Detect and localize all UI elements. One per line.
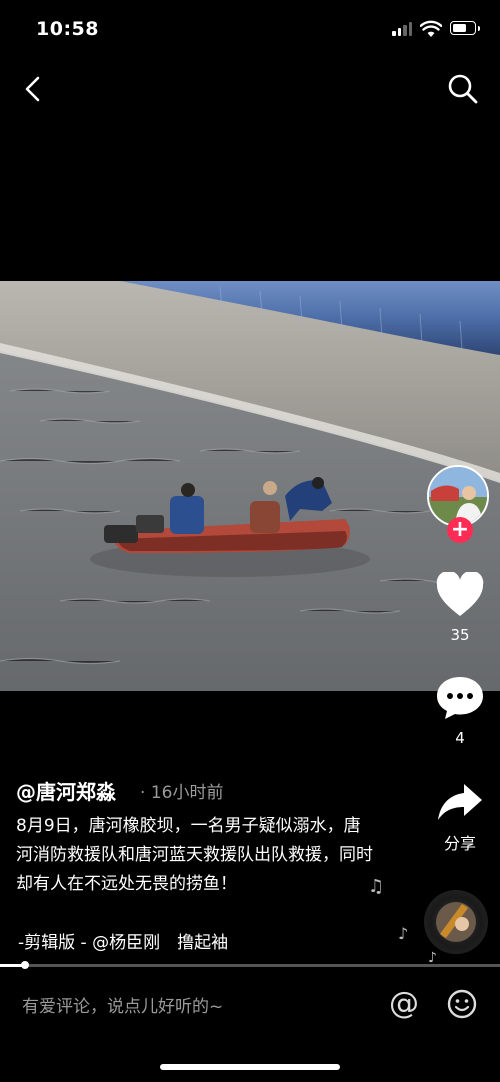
post-meta: · 16小时前: [140, 778, 223, 803]
wifi-icon: [420, 20, 442, 37]
follow-button[interactable]: +: [447, 517, 473, 543]
music-title[interactable]: -剪辑版 - @杨臣刚 撸起袖: [18, 928, 280, 952]
music-disc[interactable]: [424, 890, 488, 954]
status-time: 10:58: [36, 18, 99, 40]
battery-level: [453, 24, 467, 32]
chevron-left-icon[interactable]: [20, 74, 48, 104]
search-icon[interactable]: [446, 72, 480, 106]
video-progress-handle[interactable]: [21, 961, 29, 969]
author-name[interactable]: @唐河郑淼: [16, 776, 116, 805]
music-note-icon: ♪: [398, 924, 409, 943]
smiley-icon[interactable]: [446, 988, 478, 1020]
comment-input[interactable]: 有爱评论，说点儿好听的~: [22, 992, 223, 1017]
comment-bubble-icon[interactable]: [435, 675, 485, 721]
video-player[interactable]: [0, 281, 500, 691]
like-count: 35: [450, 626, 470, 644]
mention-at-icon[interactable]: @: [388, 988, 420, 1020]
home-indicator: [160, 1064, 340, 1070]
comment-count: 4: [455, 729, 465, 747]
battery-icon: [450, 21, 480, 35]
heart-icon[interactable]: [435, 572, 485, 618]
video-progress-track[interactable]: [0, 964, 500, 967]
share-arrow-icon[interactable]: [436, 782, 484, 822]
cellular-signal-icon: [392, 22, 414, 36]
share-label: 分享: [443, 834, 476, 853]
post-description: 8月9日，唐河橡胶坝，一名男子疑似溺水，唐河消防救援队和唐河蓝天救援队出队救援，…: [16, 816, 373, 894]
post-time: 16小时前: [150, 783, 224, 803]
meta-separator: ·: [140, 783, 146, 803]
